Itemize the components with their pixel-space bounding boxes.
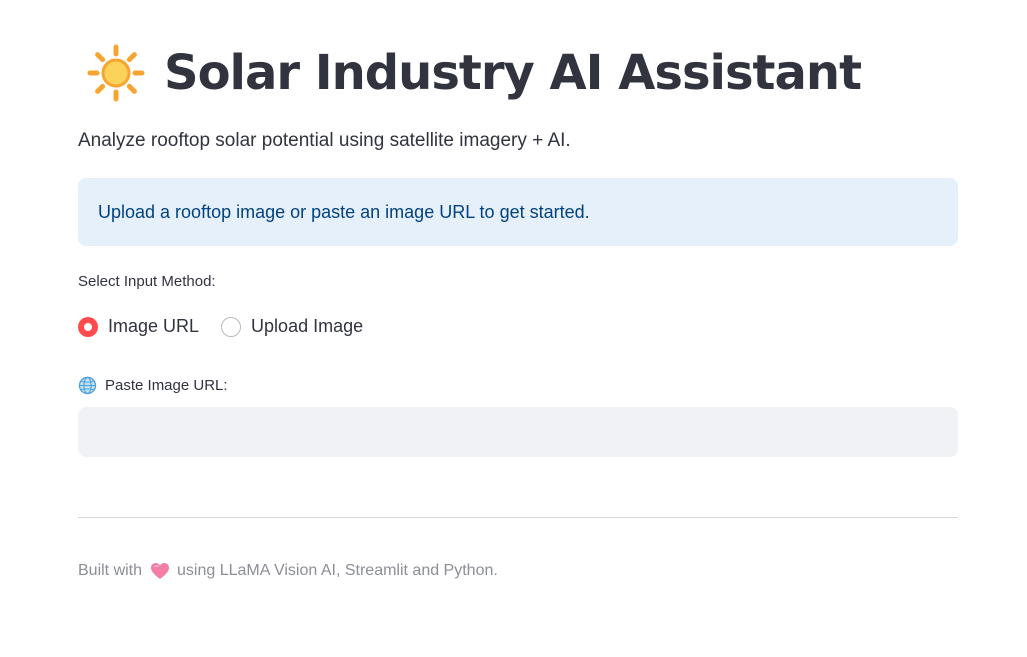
footer: Built with using LLaMA Vision AI, Stream… — [78, 562, 498, 580]
url-label-text: Paste Image URL: — [105, 377, 228, 394]
url-field-label: Paste Image URL: — [78, 376, 228, 395]
input-method-label: Select Input Method: — [78, 273, 216, 290]
globe-icon — [78, 376, 97, 395]
page-title: Solar Industry AI Assistant — [164, 45, 862, 101]
radio-option-image-url[interactable]: Image URL — [78, 316, 199, 337]
page-subtitle: Analyze rooftop solar potential using sa… — [78, 130, 571, 151]
app-page: Solar Industry AI Assistant Analyze roof… — [0, 0, 1027, 657]
radio-option-upload-image[interactable]: Upload Image — [221, 316, 363, 337]
image-url-input[interactable] — [78, 407, 958, 457]
info-alert: Upload a rooftop image or paste an image… — [78, 178, 958, 246]
radio-selected-indicator[interactable] — [78, 316, 98, 337]
sun-icon — [86, 43, 146, 103]
footer-suffix: using LLaMA Vision AI, Streamlit and Pyt… — [177, 562, 498, 579]
heart-icon — [150, 562, 170, 580]
radio-option-label: Image URL — [108, 316, 200, 336]
input-method-radio-group: Image URL Upload Image — [78, 316, 385, 337]
footer-prefix: Built with — [78, 562, 143, 579]
header: Solar Industry AI Assistant — [86, 38, 862, 108]
radio-option-label: Upload Image — [251, 316, 364, 336]
radio-unselected-indicator[interactable] — [221, 316, 242, 337]
info-alert-text: Upload a rooftop image or paste an image… — [98, 201, 590, 222]
divider — [78, 517, 958, 518]
